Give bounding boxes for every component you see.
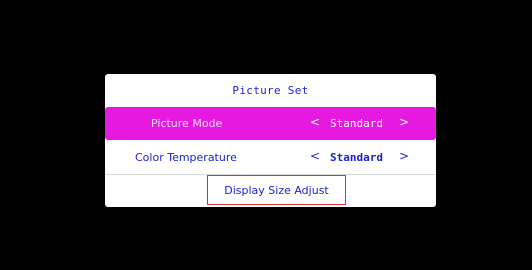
tv-screen: Picture Set Picture Mode < Standard > Co… [0,0,532,270]
picture-set-dialog: Picture Set Picture Mode < Standard > Co… [105,74,436,207]
color-temperature-row[interactable]: Color Temperature < Standard > [105,141,436,175]
color-temperature-prev-arrow-icon[interactable]: < [310,141,320,174]
picture-mode-next-arrow-icon[interactable]: > [399,107,409,140]
display-size-adjust-row: Display Size Adjust [105,175,436,207]
picture-mode-prev-arrow-icon[interactable]: < [310,107,320,140]
dialog-title: Picture Set [232,84,309,97]
display-size-adjust-button[interactable]: Display Size Adjust [207,175,346,205]
picture-mode-label: Picture Mode [151,117,223,130]
color-temperature-label: Color Temperature [135,151,237,164]
picture-mode-value: Standard [330,117,383,130]
color-temperature-value: Standard [330,151,383,164]
color-temperature-next-arrow-icon[interactable]: > [399,141,409,174]
picture-mode-row[interactable]: Picture Mode < Standard > [105,107,436,140]
